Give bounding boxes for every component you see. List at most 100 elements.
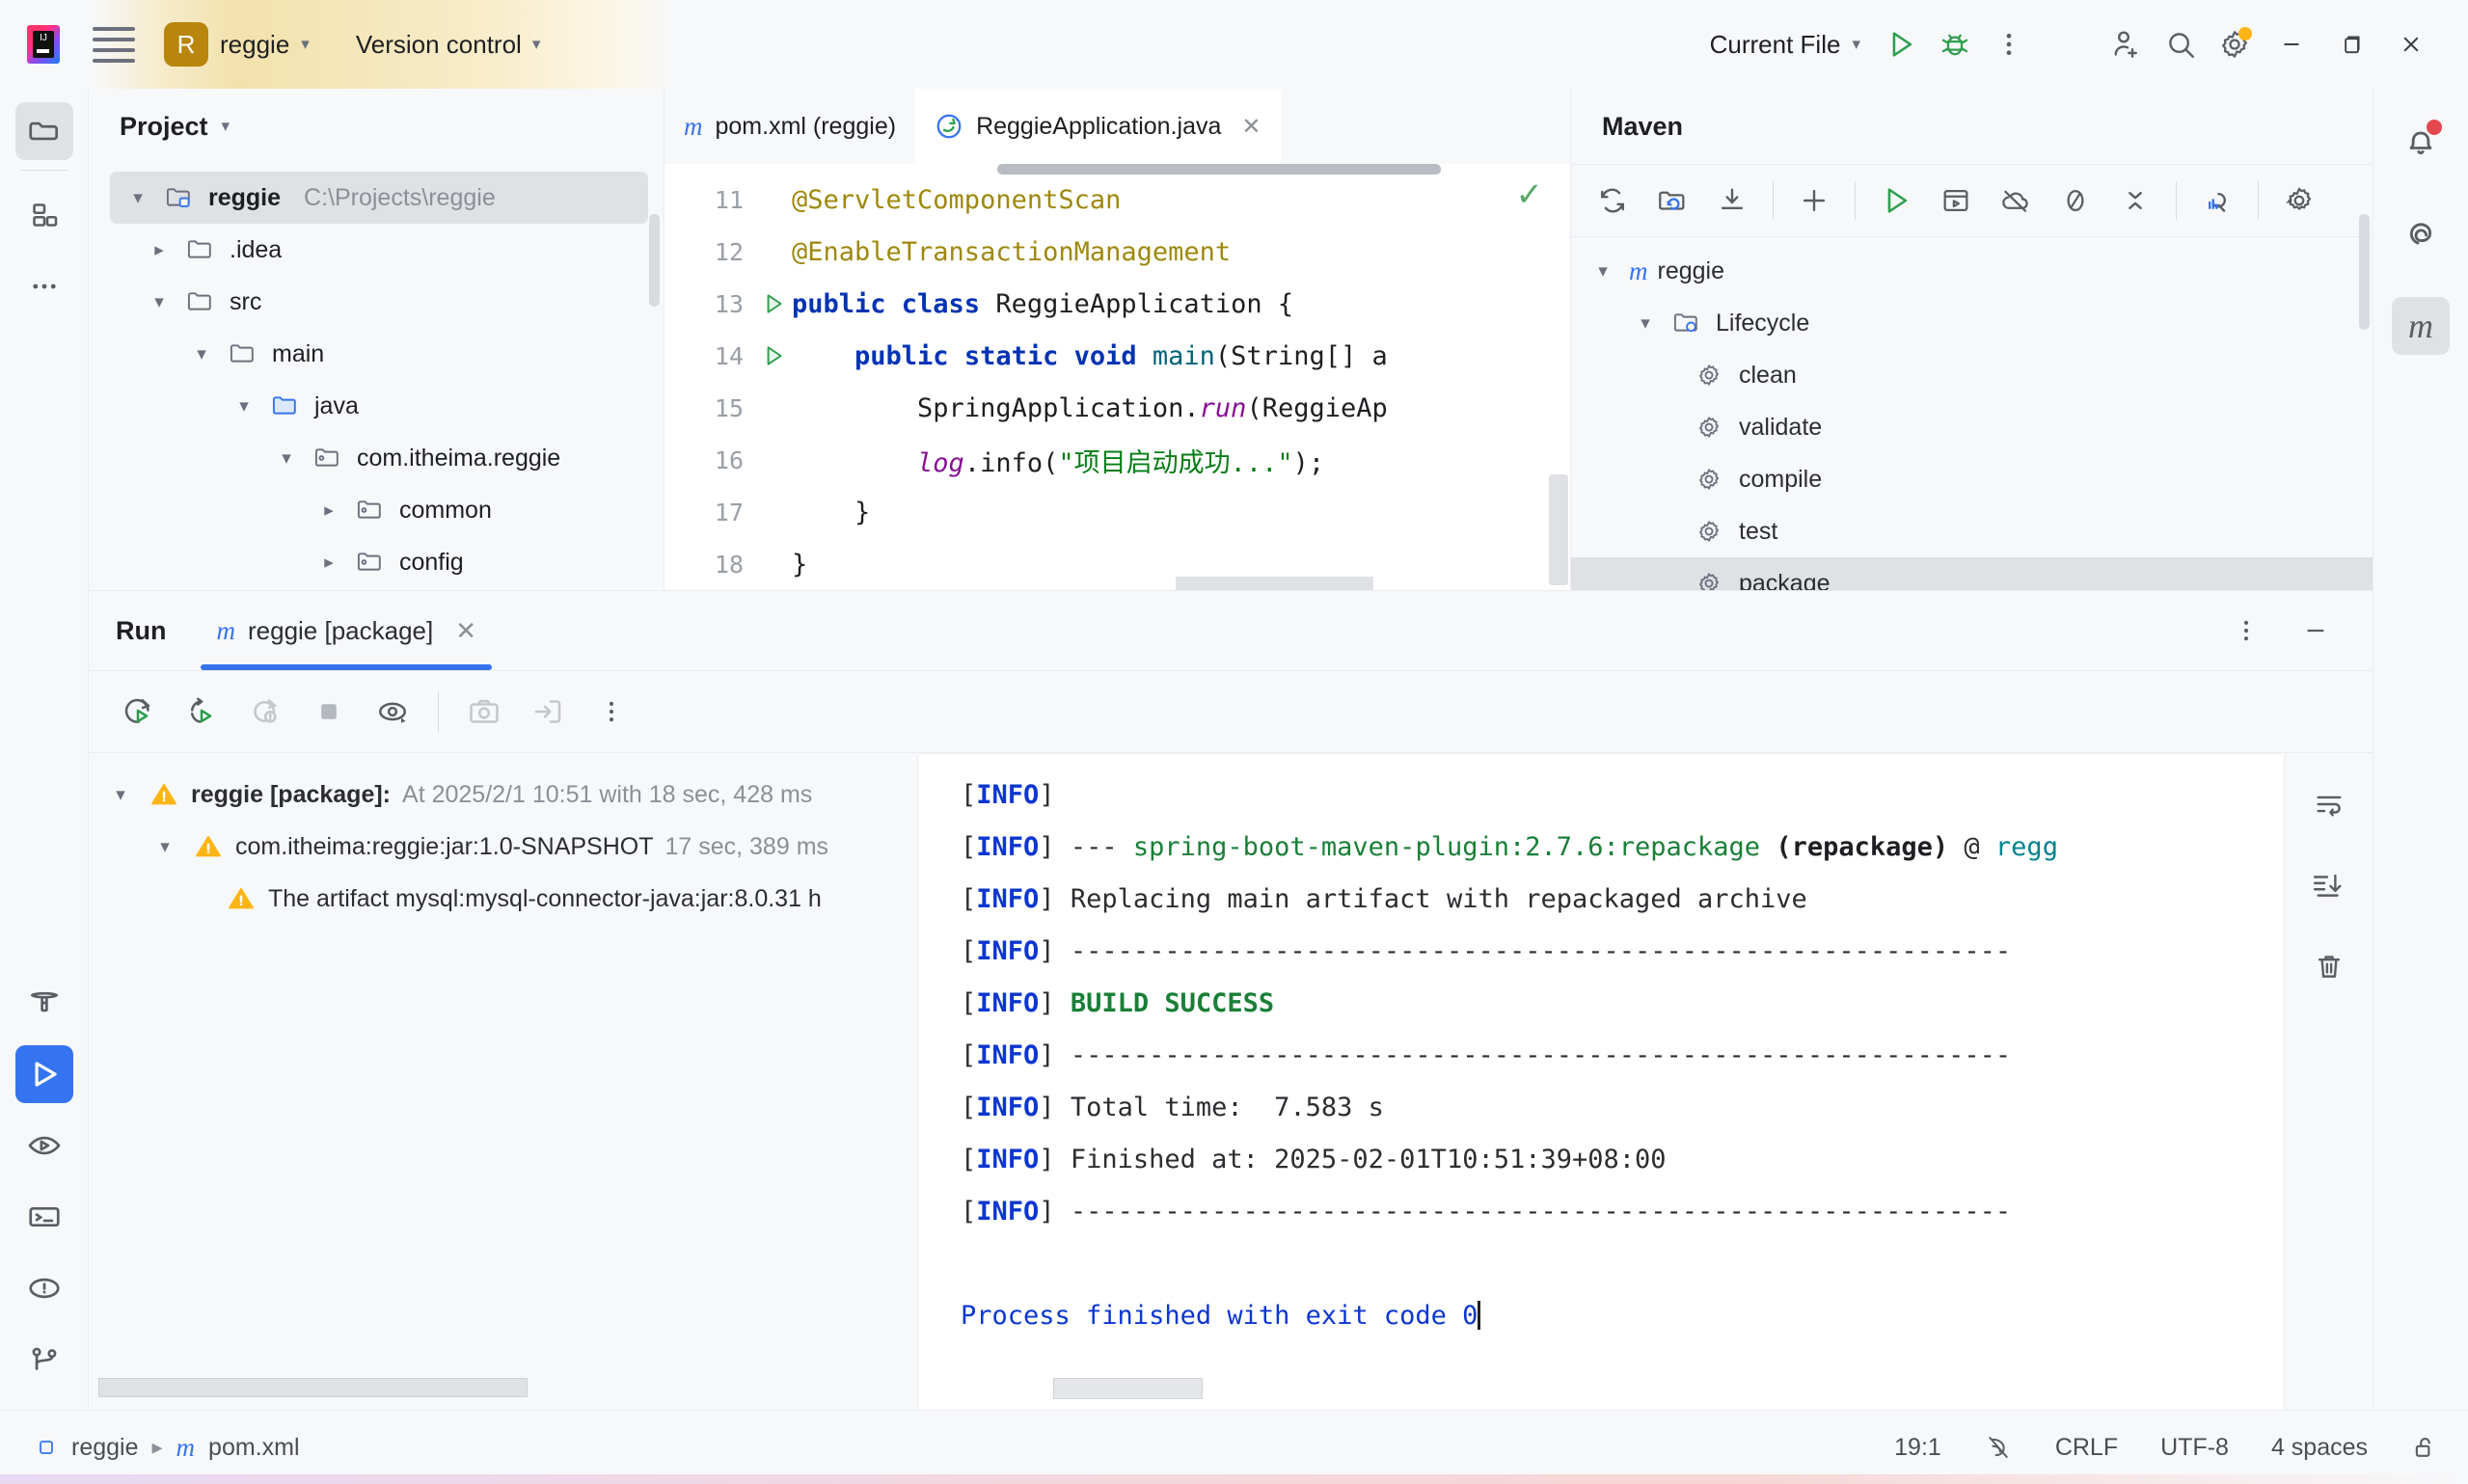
minimize-window-button[interactable] [2262, 17, 2321, 71]
run-session-tab[interactable]: m reggie [package] ✕ [201, 591, 493, 670]
toggle-auto-test-button[interactable] [363, 682, 422, 742]
sidebar-item-problems[interactable] [15, 1259, 73, 1317]
reimport-button[interactable] [1644, 173, 1700, 229]
encoding-widget[interactable]: UTF-8 [2160, 1434, 2229, 1462]
maven-settings-button[interactable] [2271, 173, 2327, 229]
close-tab-icon[interactable]: ✕ [1241, 113, 1261, 141]
chevron-down-icon[interactable]: ▾ [185, 343, 218, 365]
stop-button[interactable] [299, 682, 359, 742]
chevron-down-icon[interactable]: ▾ [122, 187, 154, 209]
chevron-down-icon[interactable]: ▾ [222, 117, 231, 136]
maven-goal-validate[interactable]: validate [1571, 401, 2373, 453]
breadcrumb-item-file[interactable]: pom.xml [208, 1434, 299, 1462]
sidebar-item-ai-assistant[interactable] [2392, 204, 2450, 262]
tree-node-idea[interactable]: ▸ .idea [89, 224, 664, 276]
editor-vertical-scrollbar[interactable] [1549, 474, 1568, 585]
tree-node-src[interactable]: ▾ src [89, 276, 664, 328]
chevron-down-icon[interactable]: ▾ [270, 447, 303, 470]
breadcrumb[interactable]: reggie ▸ m pom.xml [35, 1433, 300, 1463]
hide-run-panel-button[interactable] [2286, 601, 2346, 661]
run-more-options-button[interactable] [582, 682, 641, 742]
soft-wrap-button[interactable] [2301, 776, 2357, 832]
chevron-right-icon[interactable]: ▸ [143, 239, 176, 261]
more-actions-button[interactable] [1982, 17, 2036, 71]
sidebar-item-project[interactable] [14, 102, 73, 160]
editor-horizontal-scrollbar[interactable] [1176, 577, 1373, 590]
tree-node-config[interactable]: ▸ config [89, 536, 664, 588]
sidebar-item-terminal[interactable] [15, 1188, 73, 1246]
chevron-down-icon[interactable]: ▾ [104, 784, 137, 806]
reload-all-maven-projects-button[interactable] [1585, 173, 1641, 229]
run-maven-build-button[interactable] [1868, 173, 1924, 229]
build-tree-row[interactable]: ▾ reggie [package]: At 2025/2/1 10:51 wi… [89, 769, 917, 821]
tree-node-com-itheima-reggie[interactable]: ▾ com.itheima.reggie [89, 432, 664, 484]
run-panel-options-button[interactable] [2216, 601, 2276, 661]
show-dependencies-button[interactable] [2189, 173, 2245, 229]
maven-goal-clean[interactable]: clean [1571, 349, 2373, 401]
build-tree-row[interactable]: The artifact mysql:mysql-connector-java:… [89, 873, 917, 925]
chevron-down-icon[interactable]: ▾ [228, 395, 260, 418]
editor-tab-pom-xml[interactable]: m pom.xml (reggie) [664, 89, 915, 164]
inspections-off-icon[interactable] [1984, 1433, 2013, 1462]
import-test-results-button[interactable] [518, 682, 578, 742]
indent-widget[interactable]: 4 spaces [2271, 1434, 2368, 1462]
chevron-right-icon[interactable]: ▸ [312, 499, 345, 522]
maximize-window-button[interactable] [2321, 17, 2381, 71]
tree-node-java[interactable]: ▾ java [89, 380, 664, 432]
sidebar-item-run[interactable] [14, 1045, 73, 1103]
sidebar-item-version-control[interactable] [15, 1331, 73, 1389]
console-horizontal-scrollbar[interactable] [1053, 1378, 1203, 1399]
rerun-button[interactable] [108, 682, 168, 742]
version-control-widget[interactable]: Version control ▾ [356, 30, 541, 60]
inspection-status-icon[interactable]: ✓ [1516, 175, 1544, 214]
collapse-all-button[interactable] [2107, 173, 2163, 229]
project-widget[interactable]: R reggie ▾ [164, 17, 319, 71]
close-session-icon[interactable]: ✕ [455, 616, 476, 646]
unlocked-icon[interactable] [2410, 1433, 2439, 1462]
maven-node-lifecycle[interactable]: ▾ Lifecycle [1571, 297, 2373, 349]
tree-node-reggie[interactable]: ▾ reggie C:\Projects\reggie [110, 172, 648, 224]
project-tree-scrollbar[interactable] [649, 214, 660, 307]
maven-goal-compile[interactable]: compile [1571, 453, 2373, 505]
share-project-button[interactable] [2100, 17, 2154, 71]
chevron-down-icon[interactable]: ▾ [1629, 312, 1662, 335]
sidebar-item-maven[interactable]: m [2392, 297, 2450, 355]
editor-tab-scrollbar[interactable] [997, 164, 1441, 175]
main-menu-button[interactable] [93, 25, 135, 64]
sidebar-item-build[interactable] [15, 974, 73, 1032]
execute-maven-goal-button[interactable] [1928, 173, 1984, 229]
maven-node-reggie[interactable]: ▾ m reggie [1571, 245, 2373, 297]
editor-tab-reggie-application[interactable]: ReggieApplication.java ✕ [915, 89, 1281, 164]
run-configuration-selector[interactable]: Current File ▾ [1710, 30, 1860, 60]
add-maven-project-button[interactable] [1786, 173, 1842, 229]
sidebar-item-debug[interactable] [15, 1117, 73, 1174]
maven-goal-test[interactable]: test [1571, 505, 2373, 557]
chevron-down-icon[interactable]: ▾ [1587, 260, 1619, 283]
caret-position-widget[interactable]: 19:1 [1894, 1434, 1941, 1462]
clear-console-button[interactable] [2301, 938, 2357, 994]
maven-tree-scrollbar[interactable] [2359, 214, 2370, 330]
restart-button[interactable] [235, 682, 295, 742]
skip-tests-button[interactable] [2048, 173, 2103, 229]
rerun-failed-tests-button[interactable] [172, 682, 231, 742]
breadcrumb-item-module[interactable]: reggie [71, 1434, 139, 1462]
sidebar-item-notifications[interactable] [2392, 112, 2450, 170]
gutter-run-icon[interactable] [755, 291, 792, 316]
export-test-results-button[interactable] [454, 682, 514, 742]
close-window-button[interactable] [2381, 17, 2441, 71]
tree-node-main[interactable]: ▾ main [89, 328, 664, 380]
chevron-right-icon[interactable]: ▸ [312, 552, 345, 574]
gutter-run-icon[interactable] [755, 343, 792, 368]
tree-node-common[interactable]: ▸ common [89, 484, 664, 536]
run-button[interactable] [1874, 17, 1928, 71]
build-console-output[interactable]: [INFO] [INFO] --- spring-boot-maven-plug… [918, 755, 2373, 1411]
scroll-to-end-button[interactable] [2301, 857, 2357, 913]
line-separator-widget[interactable]: CRLF [2055, 1434, 2118, 1462]
sidebar-item-structure[interactable] [15, 186, 73, 244]
chevron-down-icon[interactable]: ▾ [149, 836, 181, 858]
code-editor[interactable]: ✓ 11 @ServletComponentScan 12 @EnableTra… [664, 164, 1570, 590]
debug-button[interactable] [1928, 17, 1982, 71]
sidebar-item-more-tool-windows[interactable] [15, 257, 73, 315]
chevron-down-icon[interactable]: ▾ [143, 291, 176, 313]
search-everywhere-button[interactable] [2154, 17, 2208, 71]
